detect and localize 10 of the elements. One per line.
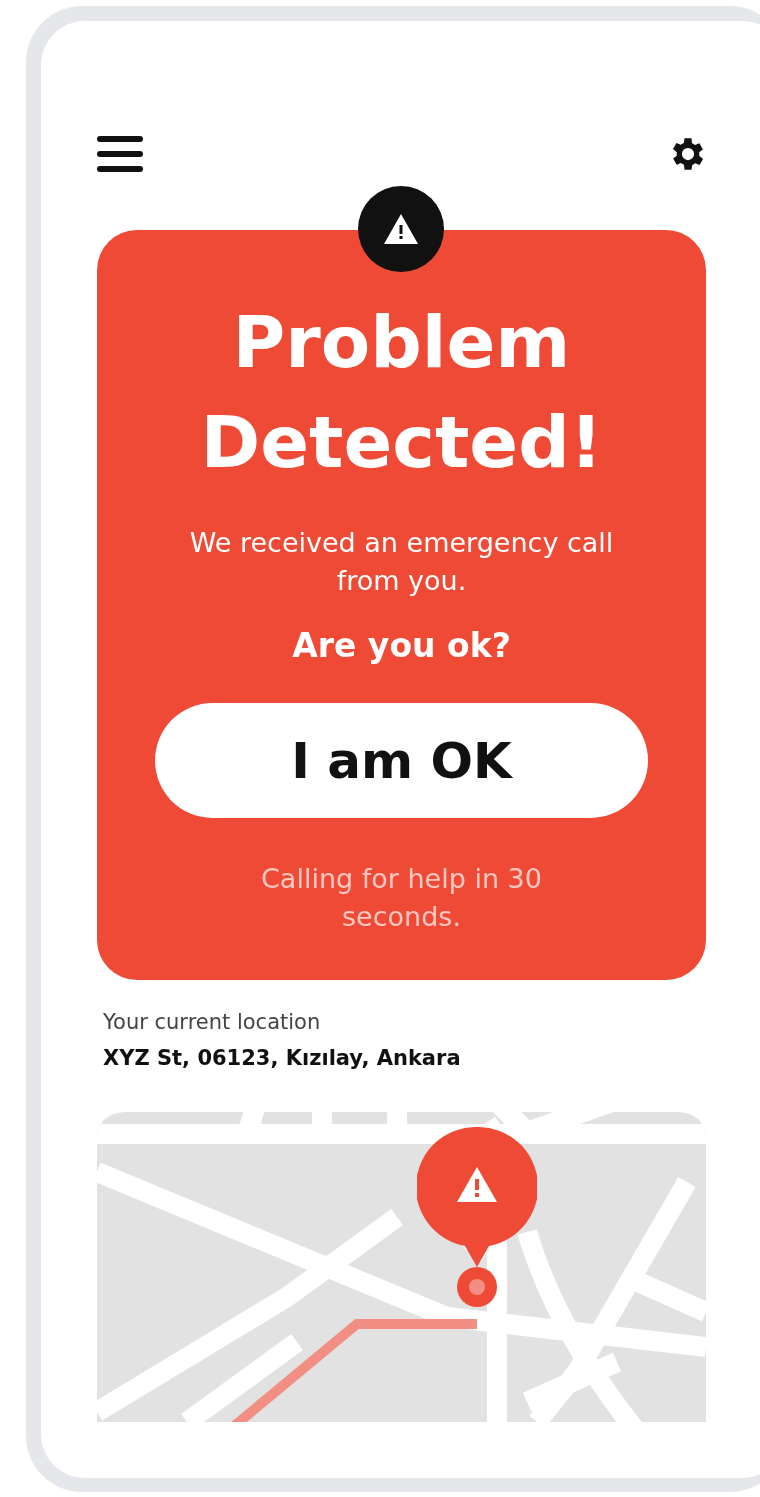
warning-icon xyxy=(383,213,419,245)
countdown-text: Calling for help in 30 seconds. xyxy=(260,862,543,934)
alert-title: Problem Detected! xyxy=(199,299,604,486)
warning-map-pin-icon xyxy=(417,1127,537,1267)
alert-message: We received an emergency call from you. xyxy=(188,526,615,598)
location-label: Your current location xyxy=(103,1010,322,1034)
menu-icon[interactable] xyxy=(97,136,143,172)
alert-question: Are you ok? xyxy=(292,626,511,665)
location-address: XYZ St, 06123, Kızılay, Ankara xyxy=(103,1046,462,1070)
i-am-ok-button[interactable]: I am OK xyxy=(155,703,648,818)
